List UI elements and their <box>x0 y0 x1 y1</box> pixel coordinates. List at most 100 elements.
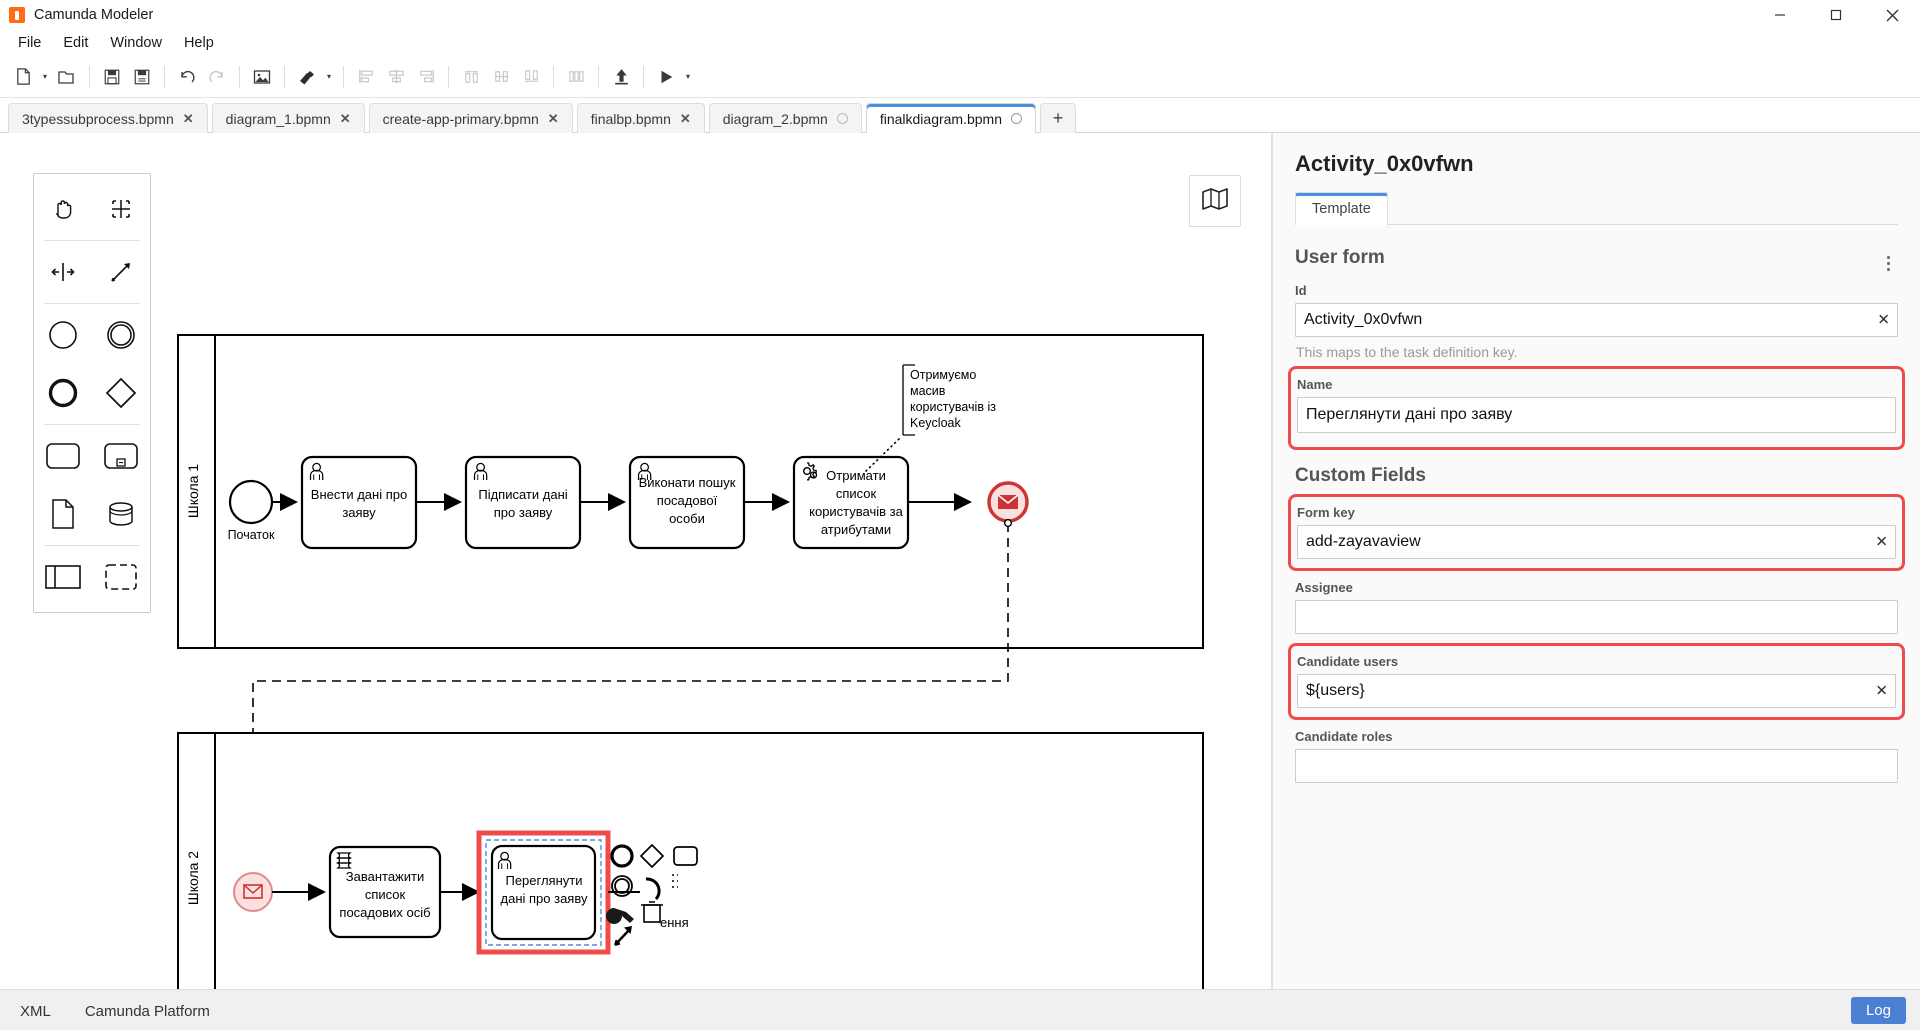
set-color-icon[interactable] <box>292 62 322 92</box>
toolbar-separator <box>448 65 449 88</box>
unsaved-indicator-icon[interactable] <box>836 113 848 124</box>
properties-panel-toggle[interactable]: Properties Panel <box>1272 401 1273 561</box>
task-label: список <box>836 486 877 501</box>
status-xml[interactable]: XML <box>20 1003 51 1020</box>
task-label: дані про заяву <box>501 891 588 906</box>
task-perehlyanuty-dani-selected[interactable]: Переглянути дані про заяву <box>476 830 611 955</box>
field-label: Candidate users <box>1297 654 1399 669</box>
message-start-event[interactable] <box>233 872 273 912</box>
task-vnesty-dani[interactable]: Внести дані про заяву <box>300 455 418 550</box>
field-form-key: Form key ✕ <box>1288 494 1905 571</box>
tab-label: 3typessubprocess.bpmn <box>22 110 174 127</box>
candidate-users-input[interactable] <box>1297 674 1896 708</box>
bpmn-canvas[interactable]: Школа 1 Початок Внести дані про заяву Пі… <box>0 133 1272 989</box>
message-end-event[interactable] <box>987 481 1029 523</box>
minimize-icon[interactable] <box>1752 0 1808 30</box>
task-otrymaty-spysok[interactable]: Отримати список користувачів за атрибута… <box>792 455 910 550</box>
close-icon[interactable]: ✕ <box>340 112 351 125</box>
close-icon[interactable]: ✕ <box>548 112 559 125</box>
deploy-icon[interactable] <box>606 62 636 92</box>
distribute-vertical-icon[interactable] <box>516 62 546 92</box>
undo-icon[interactable] <box>172 62 202 92</box>
distribute-spacing-icon[interactable] <box>561 62 591 92</box>
task-label: користувачів за <box>809 504 903 519</box>
properties-panel[interactable]: Properties Panel Activity_0x0vfwn Templa… <box>1272 133 1920 989</box>
field-label: Form key <box>1297 505 1355 520</box>
redo-icon[interactable] <box>202 62 232 92</box>
task-pidpysaty-dani[interactable]: Підписати дані про заяву <box>464 455 582 550</box>
start-event[interactable]: Початок <box>228 479 275 542</box>
name-input[interactable]: Переглянути дані про заяву <box>1297 397 1896 433</box>
pool-label: Школа 2 <box>185 851 201 905</box>
tab-finalkdiagram[interactable]: finalkdiagram.bpmn <box>865 103 1036 133</box>
more-options-icon[interactable] <box>1878 255 1898 271</box>
distribute-middle-icon[interactable] <box>486 62 516 92</box>
run-icon[interactable] <box>651 62 681 92</box>
add-tab-button[interactable]: + <box>1040 103 1076 133</box>
group-custom-fields-title: Custom Fields <box>1295 465 1426 486</box>
save-as-icon[interactable] <box>127 62 157 92</box>
tab-create-app-primary[interactable]: create-app-primary.bpmn ✕ <box>368 103 573 133</box>
align-right-icon[interactable] <box>411 62 441 92</box>
properties-tabs: Template <box>1295 191 1898 225</box>
app-title: Camunda Modeler <box>34 7 154 23</box>
set-color-dropdown-icon[interactable]: ▾ <box>322 62 336 92</box>
save-icon[interactable] <box>97 62 127 92</box>
tab-finalbp[interactable]: finalbp.bpmn ✕ <box>576 103 705 133</box>
id-hint: This maps to the task definition key. <box>1296 344 1518 360</box>
field-candidate-users: Candidate users ✕ <box>1288 643 1905 720</box>
toolbar: ▾ ▾ ▾ <box>0 56 1920 98</box>
close-icon[interactable]: ✕ <box>183 112 194 125</box>
id-input[interactable] <box>1295 303 1898 337</box>
new-file-icon[interactable] <box>8 62 38 92</box>
task-label: про заяву <box>494 505 553 520</box>
menu-window[interactable]: Window <box>100 32 172 54</box>
pool-label: Школа 1 <box>185 464 201 518</box>
page-title: Activity_0x0vfwn <box>1295 151 1474 176</box>
annotation-line: користувачів із <box>910 400 996 414</box>
form-key-input[interactable] <box>1297 525 1896 559</box>
clear-icon[interactable]: ✕ <box>1875 684 1888 699</box>
close-icon[interactable]: ✕ <box>680 112 691 125</box>
task-label: посадової <box>657 493 718 508</box>
log-button[interactable]: Log <box>1850 997 1906 1024</box>
align-left-icon[interactable] <box>351 62 381 92</box>
task-label: Переглянути <box>505 873 582 888</box>
menu-edit[interactable]: Edit <box>53 32 98 54</box>
open-file-icon[interactable] <box>52 62 82 92</box>
candidate-roles-input[interactable] <box>1295 749 1898 783</box>
new-file-dropdown-icon[interactable]: ▾ <box>38 62 52 92</box>
clear-icon[interactable]: ✕ <box>1875 535 1888 550</box>
clear-icon[interactable]: ✕ <box>1877 313 1890 328</box>
export-image-icon[interactable] <box>247 62 277 92</box>
menu-file[interactable]: File <box>8 32 51 54</box>
assignee-input[interactable] <box>1295 600 1898 634</box>
task-vykonaty-poshuk[interactable]: Виконати пошук посадової особи <box>628 455 746 550</box>
annotation-line: масив <box>910 384 946 398</box>
tab-label: create-app-primary.bpmn <box>382 110 539 127</box>
field-label: Name <box>1297 377 1333 392</box>
status-engine[interactable]: Camunda Platform <box>85 1003 210 1020</box>
message-icon <box>997 494 1019 509</box>
task-label: заяву <box>342 505 376 520</box>
menu-help[interactable]: Help <box>174 32 224 54</box>
field-assignee: Assignee <box>1295 580 1898 634</box>
tab-3typessubprocess[interactable]: 3typessubprocess.bpmn ✕ <box>8 103 208 133</box>
unsaved-indicator-icon[interactable] <box>1011 113 1022 124</box>
tab-diagram-2[interactable]: diagram_2.bpmn <box>708 103 862 133</box>
tab-label: finalkdiagram.bpmn <box>879 110 1002 127</box>
tab-bar: 3typessubprocess.bpmn ✕ diagram_1.bpmn ✕… <box>0 98 1920 133</box>
run-dropdown-icon[interactable]: ▾ <box>681 62 695 92</box>
tab-template[interactable]: Template <box>1295 192 1388 225</box>
status-bar: XML Camunda Platform Log <box>0 989 1920 1030</box>
camunda-icon <box>9 7 25 23</box>
field-name: Name Переглянути дані про заяву <box>1288 366 1905 450</box>
toolbar-separator <box>643 65 644 88</box>
task-zavantazhyty-spysok[interactable]: Завантажити список посадових осіб <box>328 845 442 939</box>
align-center-icon[interactable] <box>381 62 411 92</box>
distribute-horizontal-icon[interactable] <box>456 62 486 92</box>
tab-diagram-1[interactable]: diagram_1.bpmn ✕ <box>211 103 365 133</box>
bpmn-diagram[interactable]: Школа 1 Початок Внести дані про заяву Пі… <box>0 133 1270 989</box>
close-icon[interactable] <box>1864 0 1920 30</box>
maximize-icon[interactable] <box>1808 0 1864 30</box>
